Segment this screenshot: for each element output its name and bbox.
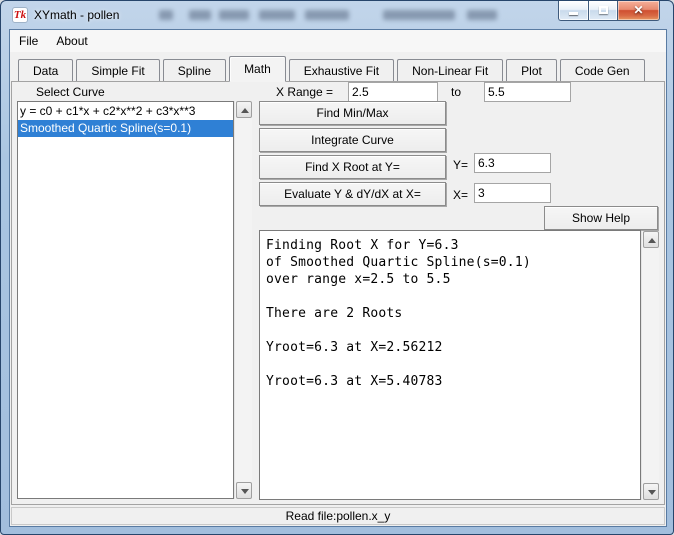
output-scrollbar[interactable] (641, 231, 659, 500)
window-title: XYmath - pollen (34, 8, 120, 22)
title-bar[interactable]: Tk XYmath - pollen ✕ (1, 1, 673, 29)
x-range-label: X Range = (276, 85, 334, 99)
scroll-up-button[interactable] (643, 231, 659, 248)
show-help-button[interactable]: Show Help (544, 206, 658, 230)
tab-data[interactable]: Data (18, 59, 74, 82)
x-field-label: X= (453, 188, 469, 202)
close-button[interactable]: ✕ (618, 1, 660, 21)
menu-bar: File About (10, 30, 666, 52)
triangle-up-icon (648, 238, 656, 243)
tab-exhaustive-fit[interactable]: Exhaustive Fit (288, 59, 395, 82)
select-curve-label: Select Curve (36, 85, 105, 99)
x-range-to-input[interactable] (484, 82, 571, 102)
tab-math[interactable]: Math (229, 56, 286, 82)
triangle-down-icon (648, 490, 656, 495)
tab-non-linear-fit[interactable]: Non-Linear Fit (397, 59, 504, 82)
curve-list-item-selected[interactable]: Smoothed Quartic Spline(s=0.1) (18, 120, 233, 137)
x-range-from-input[interactable] (348, 82, 438, 102)
maximize-button[interactable] (588, 1, 618, 21)
window-controls: ✕ (558, 1, 660, 21)
x-range-to-label: to (451, 85, 462, 99)
scroll-down-button[interactable] (643, 483, 659, 500)
scroll-up-button[interactable] (236, 101, 252, 118)
y-field-label: Y= (453, 158, 469, 172)
find-min-max-button[interactable]: Find Min/Max (259, 101, 446, 125)
close-icon: ✕ (633, 3, 644, 17)
menu-about[interactable]: About (47, 31, 96, 51)
curve-list-scrollbar[interactable] (234, 101, 252, 499)
triangle-down-icon (241, 489, 249, 494)
curve-listbox[interactable]: y = c0 + c1*x + c2*x**2 + c3*x**3 Smooth… (17, 101, 234, 499)
evaluate-button[interactable]: Evaluate Y & dY/dX at X= (259, 182, 446, 206)
status-text: Read file:pollen.x_y (285, 509, 391, 523)
find-x-root-button[interactable]: Find X Root at Y= (259, 155, 446, 179)
tab-code-gen[interactable]: Code Gen (559, 59, 645, 82)
tab-bar: Data Simple Fit Spline Math Exhaustive F… (18, 56, 648, 82)
minimize-icon (569, 12, 578, 15)
tab-spline[interactable]: Spline (162, 59, 227, 82)
curve-list-item[interactable]: y = c0 + c1*x + c2*x**2 + c3*x**3 (18, 103, 233, 120)
tab-plot[interactable]: Plot (506, 59, 557, 82)
result-output-text[interactable]: Finding Root X for Y=6.3 of Smoothed Qua… (259, 230, 641, 500)
y-value-input[interactable] (474, 153, 551, 173)
tab-simple-fit[interactable]: Simple Fit (76, 59, 160, 82)
triangle-up-icon (241, 108, 249, 113)
scroll-down-button[interactable] (236, 482, 252, 499)
app-window: Tk XYmath - pollen ✕ File About Data Sim… (0, 0, 674, 535)
status-bar: Read file:pollen.x_y (11, 507, 665, 525)
x-value-input[interactable] (474, 183, 551, 203)
integrate-curve-button[interactable]: Integrate Curve (259, 128, 446, 152)
tk-app-icon: Tk (12, 7, 28, 23)
menu-file[interactable]: File (10, 31, 47, 51)
maximize-icon (599, 6, 608, 14)
minimize-button[interactable] (558, 1, 588, 21)
